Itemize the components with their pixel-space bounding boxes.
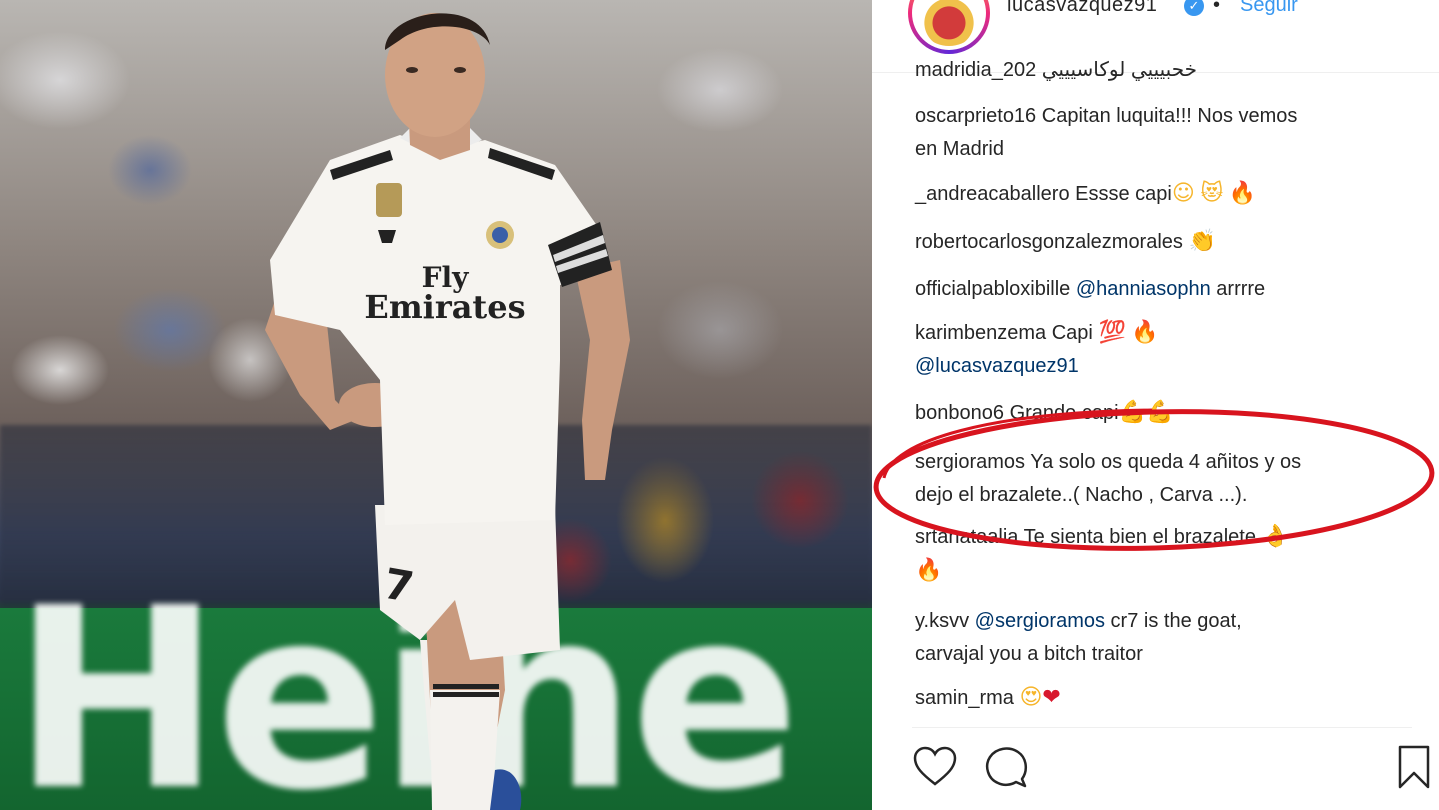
comment-text: cr7 is the goat, [1110, 610, 1242, 632]
fire-emoji: 🔥 [915, 558, 943, 583]
comment-item: karimbenzema Capi 💯 🔥 @lucasvazquez91 [915, 316, 1405, 383]
comment-text: Capi [1051, 322, 1093, 344]
comment-username[interactable]: srtanataalia [915, 526, 1018, 548]
muscle-emoji: 💪 [1145, 400, 1174, 425]
clap-emoji: 👏 [1188, 229, 1216, 254]
follow-button[interactable]: Seguir [1240, 0, 1298, 17]
comment-mention[interactable]: @lucasvazquez91 [915, 355, 1079, 377]
comment-username[interactable]: samin_rma [915, 687, 1014, 709]
comment-username[interactable]: officialpabloxibille [915, 278, 1070, 300]
comment-text: arrrre [1216, 278, 1266, 300]
comment-username[interactable]: madridia_202 [915, 59, 1036, 81]
avatar-border [912, 0, 986, 50]
avatar-image [916, 0, 982, 46]
comment-item: officialpabloxibille @hanniasophn arrrre [915, 273, 1405, 306]
comment-text: Capitan luquita!!! Nos vemos [1041, 105, 1298, 127]
comment-item: _andreacaballero Essse capi☺ 😻 🔥 [915, 177, 1405, 211]
heart-eyes-emoji: 😍 [1019, 685, 1043, 710]
separator-dot: • [1213, 0, 1221, 16]
comment-text-continued: en Madrid [915, 138, 1004, 160]
bookmark-icon[interactable] [1391, 744, 1437, 790]
comment-username[interactable]: sergioramos [915, 451, 1025, 473]
comment-text: خحبيييي لوكاسيييي [1041, 59, 1197, 81]
fire-emoji: 🔥 [1131, 320, 1159, 345]
comment-item: bonbono6 Grande capi💪💪 [915, 396, 1405, 430]
football-player: 7 Fly Emirates [265, 13, 630, 810]
comment-mention[interactable]: @hanniasophn [1076, 278, 1211, 300]
comment-text-continued: dejo el brazalete..( Nacho , Carva ...). [915, 484, 1248, 506]
comment-username[interactable]: bonbono6 [915, 402, 1004, 424]
post-username[interactable]: lucasvazquez91 [1007, 0, 1157, 17]
ok-hand-emoji: 👌 [1261, 524, 1289, 549]
jersey-sponsor-line2: Emirates [364, 288, 525, 326]
comment-item: robertocarlosgonzalezmorales 👏 [915, 225, 1405, 259]
comment-item: samin_rma 😍❤ [915, 681, 1405, 715]
comment-username[interactable]: y.ksvv [915, 610, 969, 632]
comment-item: oscarprieto16 Capitan luquita!!! Nos vem… [915, 100, 1405, 166]
comment-item: y.ksvv @sergioramos cr7 is the goat, car… [915, 605, 1405, 671]
heart-emoji: ❤ [1042, 685, 1061, 710]
comment-mention[interactable]: @sergioramos [975, 610, 1105, 632]
comment-icon[interactable] [984, 744, 1030, 790]
comment-username[interactable]: karimbenzema [915, 322, 1046, 344]
post-sidebar: lucasvazquez91 ✓ • Seguir madridia_202 خ… [872, 0, 1439, 810]
muscle-emoji: 💪 [1118, 400, 1146, 425]
comment-text: Essse capi [1075, 183, 1172, 205]
avatar[interactable] [908, 0, 990, 54]
comment-username[interactable]: _andreacaballero [915, 183, 1070, 205]
post-photo[interactable]: Heine 7 Fly Emirates [0, 0, 872, 810]
comment-username[interactable]: robertocarlosgonzalezmorales [915, 231, 1183, 253]
smile-emoji: ☺ [1171, 181, 1195, 206]
comment-text-continued: carvajal you a bitch traitor [915, 643, 1143, 665]
comment-text: Grande capi [1009, 402, 1119, 424]
comment-item: madridia_202 خحبيييي لوكاسيييي [915, 54, 1197, 87]
heart-eyes-cat-emoji: 😻 [1200, 181, 1224, 206]
comment-text: Ya solo os queda 4 añitos y os [1030, 451, 1302, 473]
comment-username[interactable]: oscarprieto16 [915, 105, 1036, 127]
comment-item-highlighted: sergioramos Ya solo os queda 4 añitos y … [915, 446, 1405, 512]
heart-icon[interactable] [912, 744, 958, 790]
action-divider [912, 727, 1412, 728]
comment-text: Te sienta bien el brazalete [1023, 526, 1256, 548]
verified-icon: ✓ [1184, 0, 1204, 16]
fire-emoji: 🔥 [1228, 181, 1257, 206]
comment-item: srtanataalia Te sienta bien el brazalete… [915, 520, 1405, 588]
hundred-emoji: 💯 [1098, 320, 1126, 345]
